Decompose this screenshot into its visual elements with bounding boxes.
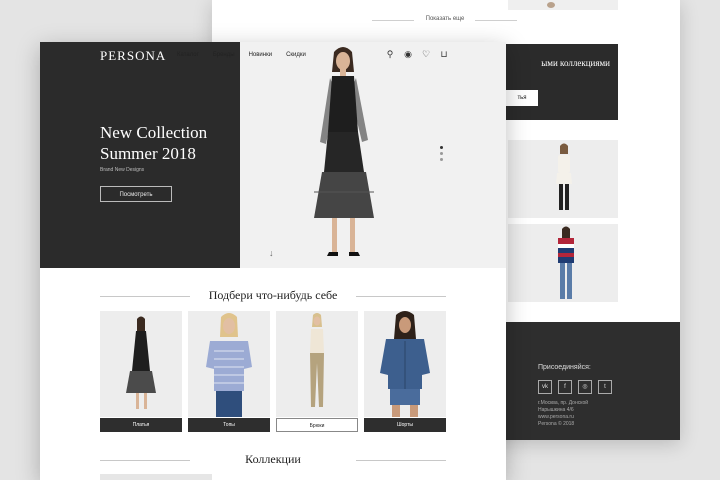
category-card-shorts[interactable]: Шорты (364, 311, 446, 432)
address-line: Нарышкина 4/6 (538, 407, 574, 413)
show-more-link[interactable]: Показать еще (372, 14, 517, 28)
hero-photo (240, 42, 506, 268)
nav-item-new[interactable]: Новинки (249, 52, 273, 58)
instagram-icon[interactable]: ◎ (578, 380, 592, 394)
hero-title: New Collection Summer 2018 (100, 122, 207, 164)
footer-join-label: Присоединяйся: (538, 364, 591, 371)
nav-item-sale[interactable]: Скидки (286, 52, 306, 58)
category-photo (364, 311, 446, 417)
product-thumbnail[interactable] (508, 140, 618, 218)
show-more-label: Показать еще (425, 16, 465, 22)
front-page-mockup: PERSONA Каталог Бренды Новинки Скидки ⚲ … (40, 42, 506, 480)
slider-dot[interactable] (440, 146, 443, 149)
nav-item-catalog[interactable]: Каталог (177, 52, 199, 58)
category-photo (276, 311, 358, 417)
footer-address: г.Москва, пр. Донской Нарышкина 4/6 www.… (538, 400, 638, 428)
model-photo (126, 316, 156, 409)
slider-dot[interactable] (440, 158, 443, 161)
model-photo (556, 143, 572, 210)
divider (356, 296, 446, 297)
model-photo (380, 311, 430, 417)
category-photo (188, 311, 270, 417)
category-label[interactable]: Топы (188, 418, 270, 432)
category-photo (100, 311, 182, 417)
collection-thumbnail[interactable] (100, 474, 212, 480)
hero-title-line: New Collection (100, 123, 208, 142)
banner-button[interactable]: тья (506, 90, 538, 106)
address-line: г.Москва, пр. Донской (538, 400, 589, 406)
divider (356, 460, 446, 461)
model-photo (547, 2, 555, 8)
twitter-icon[interactable]: t (598, 380, 612, 394)
address-line[interactable]: www.persona.ru (538, 414, 638, 421)
category-cards: Платья Топы Брюки Шорты (100, 311, 446, 432)
product-thumbnail[interactable] (508, 224, 618, 302)
view-button[interactable]: Посмотреть (100, 186, 172, 202)
model-photo (310, 313, 324, 407)
section-header: Коллекции (100, 452, 446, 468)
model-photo (314, 47, 374, 256)
social-links: vk f ◎ t (538, 380, 612, 394)
arrow-down-icon[interactable]: ↓ (269, 248, 274, 258)
vk-icon[interactable]: vk (538, 380, 552, 394)
heart-icon[interactable]: ♡ (421, 49, 431, 60)
slider-dot[interactable] (440, 152, 443, 155)
collections-banner: ыми коллекциями тья (506, 44, 618, 120)
search-icon[interactable]: ⚲ (385, 49, 395, 60)
hero-subtitle: Brand New Designs (100, 167, 145, 173)
model-photo (206, 313, 252, 417)
hero-title-line: Summer 2018 (100, 144, 196, 163)
nav-item-brands[interactable]: Бренды (213, 52, 235, 58)
footer: Присоединяйся: vk f ◎ t г.Москва, пр. До… (508, 322, 680, 440)
divider (372, 20, 414, 21)
facebook-icon[interactable]: f (558, 380, 572, 394)
category-card-pants[interactable]: Брюки (276, 311, 358, 432)
banner-title: ыми коллекциями (541, 58, 610, 68)
category-card-tops[interactable]: Топы (188, 311, 270, 432)
site-logo[interactable]: PERSONA (100, 48, 166, 64)
user-icon[interactable]: ◉ (403, 49, 413, 60)
category-label[interactable]: Платья (100, 418, 182, 432)
divider (475, 20, 517, 21)
model-photo (558, 226, 574, 299)
slider-dots (440, 146, 443, 161)
bag-icon[interactable]: ⊔ (439, 49, 449, 60)
address-line: Persona © 2018 (538, 421, 575, 427)
section-header: Подбери что-нибудь себе (100, 288, 446, 304)
category-label[interactable]: Шорты (364, 418, 446, 432)
category-card-dresses[interactable]: Платья (100, 311, 182, 432)
header-icons: ⚲ ◉ ♡ ⊔ (385, 49, 449, 60)
main-nav: Каталог Бренды Новинки Скидки (177, 52, 306, 58)
product-thumbnail[interactable] (508, 0, 618, 10)
category-label[interactable]: Брюки (276, 418, 358, 432)
